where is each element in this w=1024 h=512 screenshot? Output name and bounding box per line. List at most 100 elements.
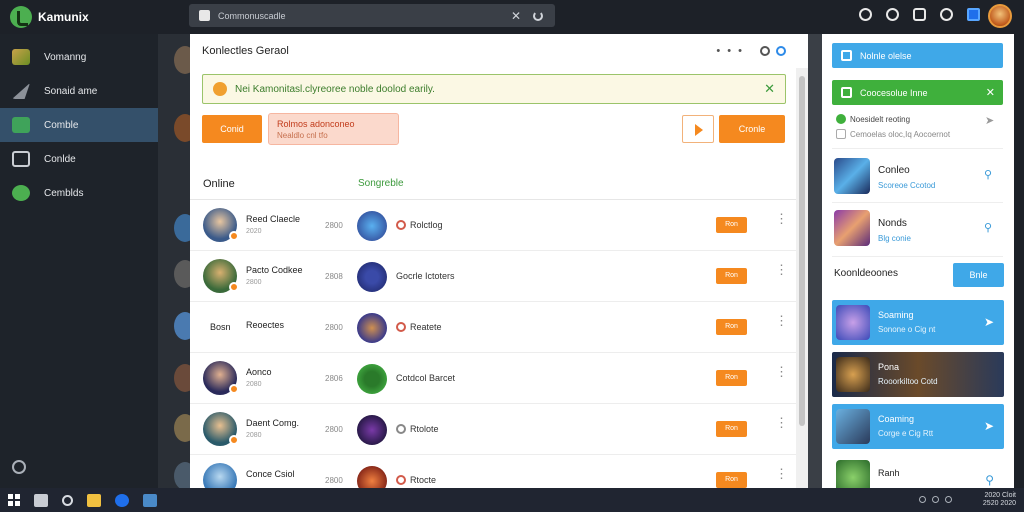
volume-icon[interactable] (932, 496, 939, 503)
close-icon[interactable]: ✕ (986, 86, 995, 99)
scrollbar-thumb[interactable] (799, 76, 805, 426)
promo-card[interactable]: Coaming Corge e Cig Rtt ➤ (832, 404, 1004, 449)
action-button[interactable]: Cronle (719, 115, 785, 143)
checkbox-checked[interactable] (836, 114, 846, 124)
list-item[interactable]: Bosn Reoectes 2800 Reatete Ron ⋮ (190, 302, 796, 353)
banner-text: Coocesolue Inne (860, 87, 928, 98)
avatar (174, 312, 190, 340)
user-avatar[interactable] (988, 4, 1012, 28)
game-icon (357, 211, 387, 241)
more-icon[interactable]: ⋮ (775, 365, 788, 378)
friend-status: 2080 (246, 381, 262, 388)
checkbox-label: Cemoelas oloc,Iq Aocoernot (850, 130, 951, 139)
pin-icon[interactable]: ⚲ (984, 168, 992, 181)
app-icon[interactable] (143, 493, 157, 507)
join-button[interactable]: Ron (716, 370, 747, 386)
friend-name: Reoectes (246, 320, 285, 330)
send-icon[interactable]: ➤ (985, 114, 994, 127)
folder-icon[interactable] (87, 493, 101, 507)
avatar (174, 260, 190, 288)
join-button[interactable]: Ron (716, 472, 747, 488)
settings-icon[interactable] (760, 46, 770, 56)
close-icon[interactable]: ✕ (507, 9, 525, 23)
list-item[interactable]: Conce Csiol 2800 Rtocte Ron ⋮ (190, 455, 796, 497)
app-logo[interactable]: Kamunix (10, 6, 190, 28)
sidebar-item-label: Comble (44, 119, 79, 131)
sidebar-item-comble[interactable]: Comble (0, 108, 158, 142)
pin-icon[interactable]: ⚲ (984, 221, 992, 234)
join-button[interactable]: Ron (716, 319, 747, 335)
status-banner[interactable]: Coocesolue Inne ✕ (832, 80, 1003, 105)
timestamp: 2800 (325, 323, 343, 332)
chat-icon[interactable] (913, 8, 926, 21)
card-thumbnail (836, 357, 870, 392)
sidebar-item-vomanng[interactable]: Vomanng (0, 40, 158, 74)
sidebar-item-label: Conlde (44, 153, 76, 165)
sidebar-item-sonaid[interactable]: Sonaid ame (0, 74, 158, 108)
card-title: Coaming (878, 414, 915, 424)
friend-status: Scoreoe Ccotod (878, 181, 936, 190)
alert-banner: Nei Kamonitasl.clyreoree noble doolod ea… (202, 74, 786, 104)
clock-icon[interactable] (886, 8, 899, 21)
game-icon (357, 313, 387, 343)
list-item[interactable]: Aonco 2080 2806 Cotdcol Barcet Ron ⋮ (190, 353, 796, 404)
reload-icon[interactable] (533, 10, 543, 21)
settings-icon[interactable] (12, 460, 26, 474)
join-button[interactable]: Ron (716, 421, 747, 437)
primary-button[interactable]: Conid (202, 115, 262, 143)
clock[interactable]: 2020 Cloit 2520 2020 (983, 492, 1016, 508)
friend-status: 2800 (246, 279, 262, 286)
list-item[interactable]: Pacto Codkee 2800 2808 Gocrle Ictoters R… (190, 251, 796, 302)
section-link[interactable]: Songreble (358, 178, 404, 189)
sidebar-item-cemblds[interactable]: Cemblds (0, 176, 158, 210)
section-title: Online (203, 178, 235, 190)
search-icon[interactable] (62, 494, 73, 506)
more-icon[interactable]: ⋮ (775, 314, 788, 327)
scrollbar[interactable] (796, 68, 808, 488)
checkbox[interactable] (836, 129, 846, 139)
notification-icon[interactable] (967, 8, 980, 21)
timestamp: 2800 (325, 425, 343, 434)
promo-card[interactable]: Pona Rooorkiltoo Cotd (832, 352, 1004, 397)
list-item[interactable]: Reed Claecle 2020 2800 Rolctlog Ron ⋮ (190, 200, 796, 251)
timestamp: 2800 (325, 476, 343, 485)
news-banner[interactable]: Nolnle olelse (832, 43, 1003, 68)
timestamp: 2800 (325, 221, 343, 230)
pin-icon[interactable]: ⚲ (985, 473, 994, 487)
more-icon[interactable]: ⋮ (775, 467, 788, 480)
task-view-icon[interactable] (34, 493, 48, 507)
friend-status: Blg conie (878, 234, 911, 243)
play-button[interactable] (682, 115, 714, 143)
download-icon[interactable] (940, 8, 953, 21)
friend-name: Reed Claecle (246, 214, 301, 224)
more-icon[interactable]: ⋮ (775, 416, 788, 429)
join-button[interactable]: Ron (716, 217, 747, 233)
network-icon[interactable] (919, 496, 926, 503)
close-icon[interactable]: ✕ (764, 81, 775, 97)
sidebar: Vomanng Sonaid ame Comble Conlde Cemblds (0, 34, 158, 488)
browser-icon[interactable] (115, 493, 129, 507)
list-item[interactable]: Daent Comg. 2080 2800 Rtolote Ron ⋮ (190, 404, 796, 455)
more-icon[interactable]: ⋮ (775, 212, 788, 225)
warning-icon (213, 82, 227, 96)
card-title: Ranh (878, 468, 900, 478)
logo-icon (10, 6, 32, 28)
more-icon[interactable]: • • • (716, 45, 744, 57)
info-icon[interactable] (776, 46, 786, 56)
promo-card[interactable]: Ranh ⚲ (832, 458, 1004, 495)
clock-date: 2520 2020 (982, 500, 1016, 507)
view-button[interactable]: Bnle (953, 263, 1004, 287)
friend-name: Daent Comg. (246, 418, 300, 428)
join-button[interactable]: Ron (716, 268, 747, 284)
battery-icon[interactable] (945, 496, 952, 503)
windows-start-icon[interactable] (8, 494, 20, 506)
address-text[interactable]: Commonuscadle (218, 11, 507, 21)
promo-card[interactable]: Soaming Sonone o Cig nt ➤ (832, 300, 1004, 345)
address-bar[interactable]: Commonuscadle ✕ (189, 4, 555, 27)
sidebar-item-conlde[interactable]: Conlde (0, 142, 158, 176)
friends-icon[interactable] (859, 8, 872, 21)
community-icon (12, 185, 30, 201)
more-icon[interactable]: ⋮ (775, 263, 788, 276)
card-title: Soaming (878, 310, 914, 320)
status-pill[interactable]: Rolmos adonconeo Nealdlo cnl tfo (268, 113, 399, 145)
